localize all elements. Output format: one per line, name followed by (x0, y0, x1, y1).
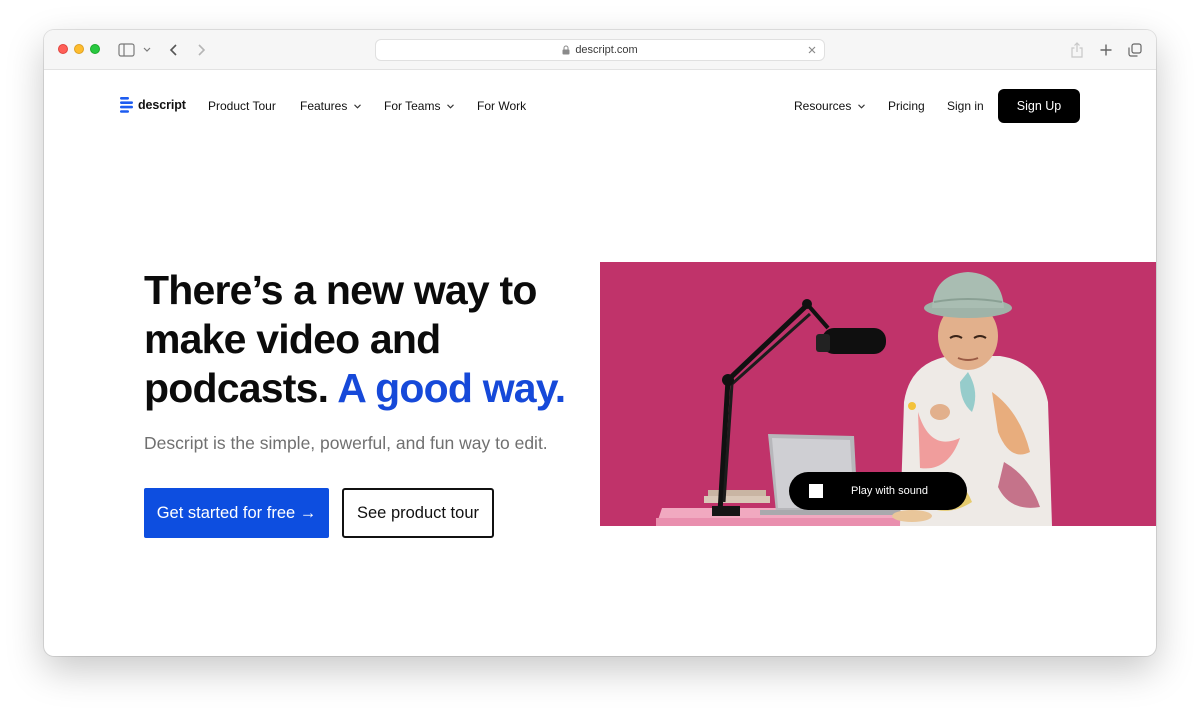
nav-features[interactable]: Features (300, 99, 362, 113)
hero-video[interactable]: Play with sound (600, 262, 1156, 526)
nav-for-work[interactable]: For Work (477, 99, 526, 113)
get-started-button[interactable]: Get started for free → (144, 488, 329, 538)
nav-for-work-label: For Work (477, 99, 527, 113)
nav-sign-in[interactable]: Sign in (947, 99, 984, 113)
tab-overview-button[interactable] (1127, 40, 1143, 60)
stop-icon (809, 484, 823, 498)
forward-button[interactable] (195, 40, 207, 60)
chevron-down-icon (447, 103, 455, 109)
sign-up-button[interactable]: Sign Up (998, 89, 1080, 123)
close-icon (808, 46, 816, 54)
nav-for-teams-label: For Teams (384, 99, 441, 113)
play-with-sound-label: Play with sound (851, 485, 929, 497)
address-bar[interactable]: descript.com (375, 39, 825, 61)
chevron-right-icon (198, 44, 206, 56)
logo-wordmark: descript (138, 98, 186, 112)
nav-resources-label: Resources (794, 99, 852, 113)
close-window-button[interactable] (58, 44, 68, 54)
tabs-icon (1128, 43, 1142, 57)
headline-accent: A good way. (337, 365, 566, 411)
zoom-window-button[interactable] (90, 44, 100, 54)
nav-resources[interactable]: Resources (794, 99, 866, 113)
sidebar-icon (118, 43, 151, 57)
clear-address-button[interactable] (806, 43, 818, 61)
nav-for-teams[interactable]: For Teams (384, 99, 455, 113)
chevron-down-icon (858, 103, 866, 109)
play-with-sound-button[interactable]: Play with sound (789, 472, 967, 510)
plus-icon (1100, 44, 1112, 56)
share-button[interactable] (1070, 40, 1084, 60)
nav-pricing-label: Pricing (888, 99, 925, 113)
sidebar-toggle-button[interactable] (118, 40, 152, 60)
descript-logo-icon (120, 97, 133, 113)
hero-headline: There’s a new way to make video and podc… (144, 266, 584, 413)
new-tab-button[interactable] (1099, 40, 1113, 60)
descript-logo[interactable]: descript (120, 97, 186, 113)
hero-subheadline: Descript is the simple, powerful, and fu… (144, 433, 548, 453)
chevron-down-icon (354, 103, 362, 109)
back-button[interactable] (168, 40, 180, 60)
headline-line-3: podcasts. (144, 365, 329, 411)
browser-window: descript.com descript Product Tour Featu… (44, 30, 1156, 656)
chevron-left-icon (169, 44, 177, 56)
get-started-label: Get started for free → (156, 503, 317, 522)
nav-sign-in-label: Sign in (947, 99, 984, 113)
address-url: descript.com (575, 44, 638, 56)
browser-toolbar: descript.com (44, 30, 1156, 70)
see-product-tour-label: See product tour (357, 503, 479, 522)
minimize-window-button[interactable] (74, 44, 84, 54)
headline-line-1: There’s a new way to (144, 267, 537, 313)
lock-icon (562, 45, 570, 55)
see-product-tour-button[interactable]: See product tour (342, 488, 494, 538)
nav-pricing[interactable]: Pricing (888, 99, 925, 113)
nav-product-tour-label: Product Tour (208, 99, 276, 113)
nav-product-tour[interactable]: Product Tour (208, 99, 276, 113)
nav-features-label: Features (300, 99, 348, 113)
share-icon (1071, 42, 1083, 58)
headline-line-2: make video and (144, 316, 441, 362)
sign-up-label: Sign Up (1016, 99, 1062, 113)
